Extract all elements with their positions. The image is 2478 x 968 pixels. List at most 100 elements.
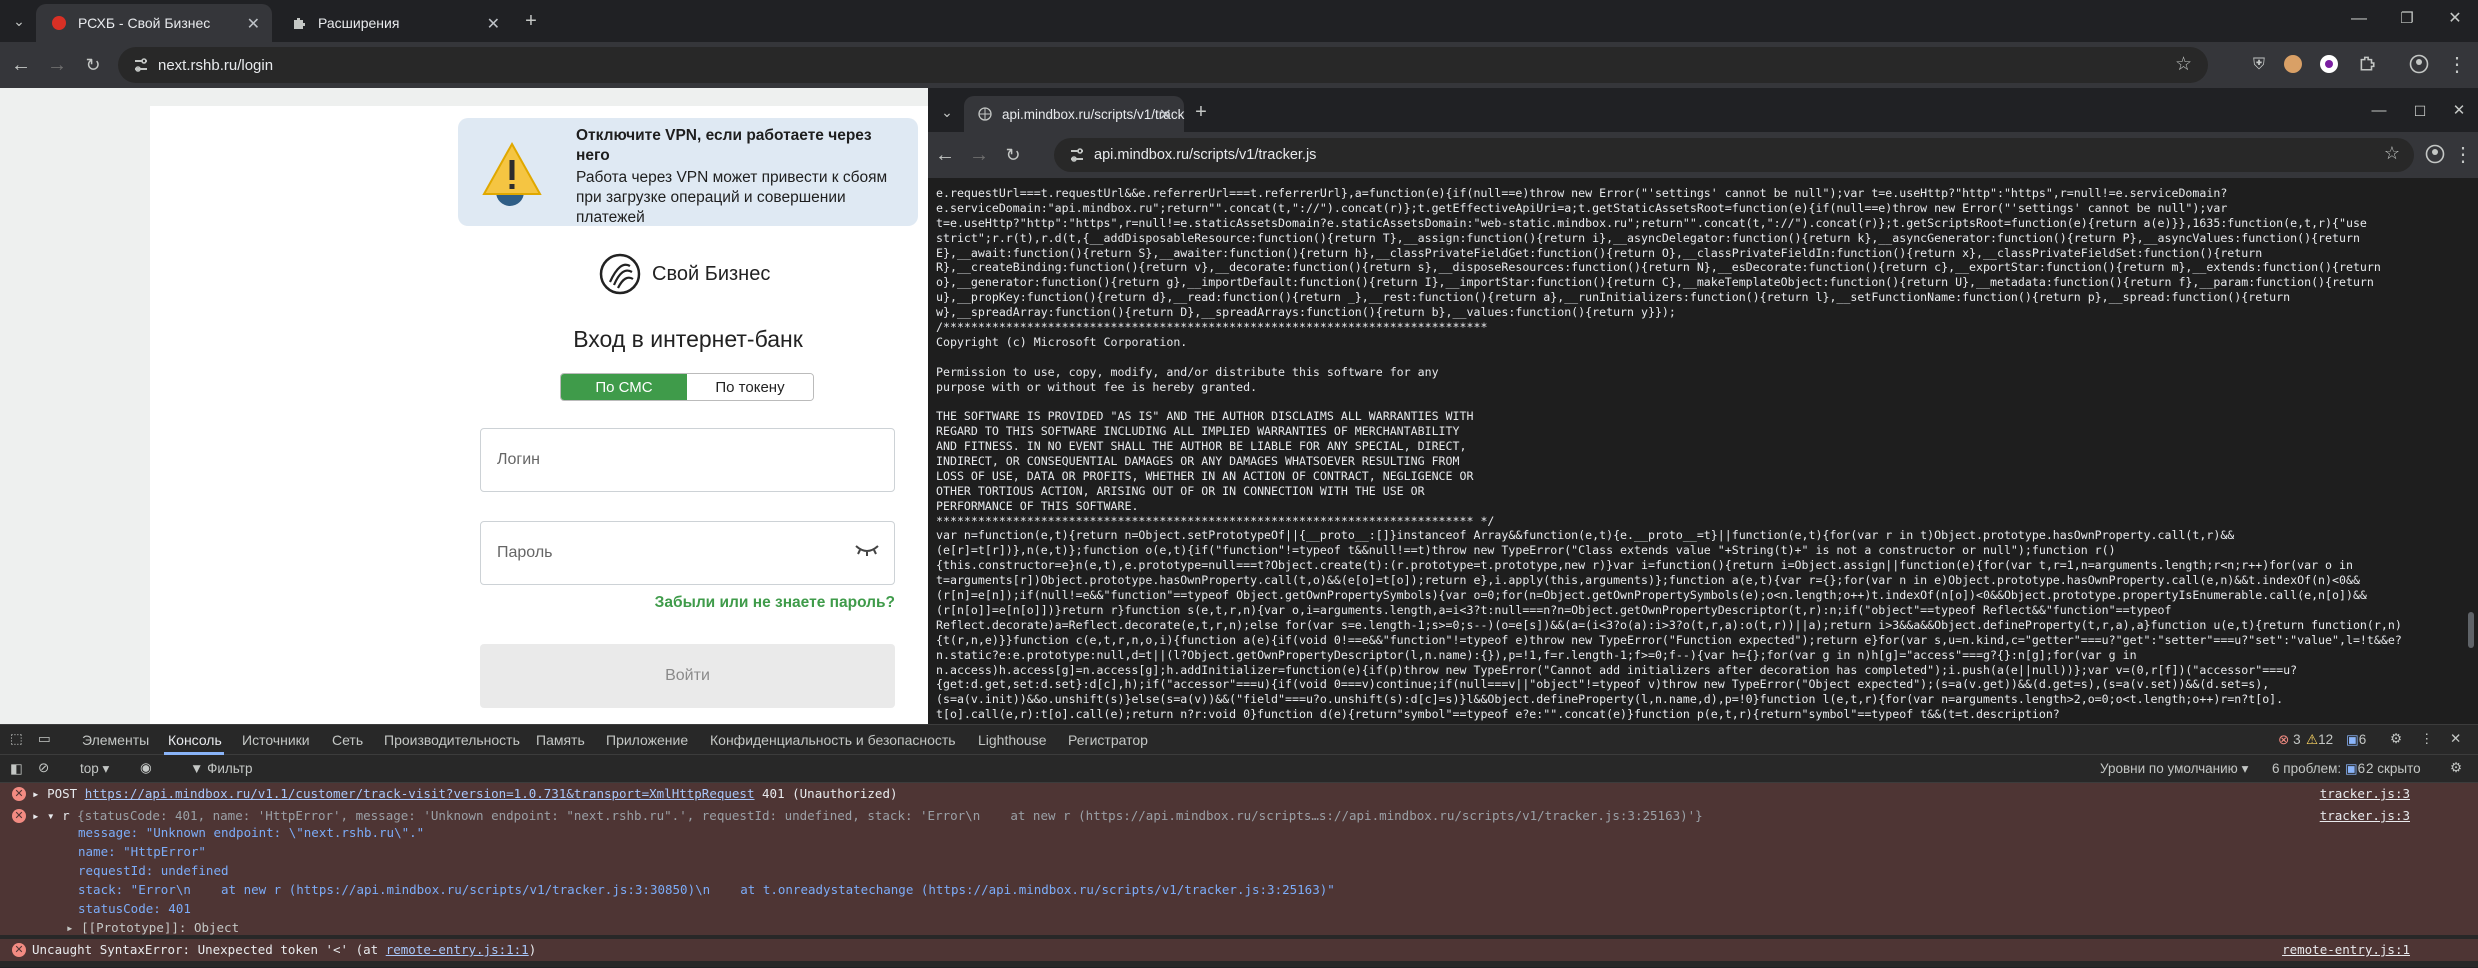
error-count-badge[interactable]: ⊗ 3 xyxy=(2278,732,2301,748)
tab-sources[interactable]: Источники xyxy=(242,732,310,748)
popup-close-icon[interactable]: ✕ xyxy=(2448,100,2470,122)
minimize-icon[interactable]: — xyxy=(2348,8,2370,30)
source-code-view: e.requestUrl===t.requestUrl&&e.referrerU… xyxy=(936,186,2466,724)
tab-close-icon[interactable]: ✕ xyxy=(487,14,500,34)
forward-icon[interactable]: → xyxy=(46,54,68,76)
tab-memory[interactable]: Память xyxy=(536,732,585,748)
device-toolbar-icon[interactable]: ▭ xyxy=(38,731,51,747)
browser-toolbar: ← → ↻ next.rshb.ru/login ☆ ⛨ ⋮ xyxy=(0,42,2478,88)
back-icon[interactable]: ← xyxy=(10,54,32,76)
levels-select[interactable]: Уровни по умолчанию ▾ xyxy=(2100,761,2248,777)
tab-application[interactable]: Приложение xyxy=(606,732,688,748)
tab-rshb-label: РСХБ - Свой Бизнес xyxy=(78,15,211,31)
popup-tab[interactable]: api.mindbox.ru/scripts/v1/track ✕ xyxy=(964,96,1184,132)
login-button[interactable]: Войти xyxy=(480,644,895,708)
error-icon: ✕ xyxy=(12,943,26,957)
context-select[interactable]: top ▾ xyxy=(80,761,109,777)
filter-input[interactable]: ▼ Фильтр xyxy=(190,761,252,776)
code-line: strict";r.r(t),r.d(t,{__addDisposableRes… xyxy=(936,230,2360,245)
extensions-icon[interactable] xyxy=(2356,54,2378,76)
site-info-icon[interactable] xyxy=(132,56,150,78)
warning-count-badge[interactable]: ⚠12 xyxy=(2306,732,2333,748)
tab-elements[interactable]: Элементы xyxy=(82,732,149,748)
eye-hidden-icon[interactable] xyxy=(854,542,880,563)
popup-window: ⌄ api.mindbox.ru/scripts/v1/track ✕ + — … xyxy=(928,92,2478,724)
source-link[interactable]: tracker.js:3 xyxy=(2320,808,2410,823)
settings-gear-icon[interactable]: ⚙ xyxy=(2390,731,2402,747)
hidden-count: 2 скрыто xyxy=(2366,761,2421,776)
tab-privacy[interactable]: Конфиденциальность и безопасность xyxy=(710,732,956,748)
popup-forward-icon[interactable]: → xyxy=(968,144,990,166)
code-line: Permission to use, copy, modify, and/or … xyxy=(936,364,1439,379)
eye-icon[interactable]: ◉ xyxy=(140,760,152,776)
tab-console[interactable]: Консоль xyxy=(168,732,222,748)
extension-circle-icon[interactable] xyxy=(2318,54,2340,76)
popup-address-bar[interactable]: api.mindbox.ru/scripts/v1/tracker.js ☆ xyxy=(1054,138,2414,172)
syntax-error-text: Uncaught SyntaxError: Unexpected token '… xyxy=(32,942,386,957)
tab-recorder[interactable]: Регистратор xyxy=(1068,732,1148,748)
popup-back-icon[interactable]: ← xyxy=(934,144,956,166)
code-line: REGARD TO THIS SOFTWARE INCLUDING ALL IM… xyxy=(936,424,1460,439)
prop-name: name: "HttpError" xyxy=(78,844,206,859)
code-line: o},__generator:function(){return g},__im… xyxy=(936,275,2374,290)
popup-maximize-icon[interactable]: ☐ xyxy=(2409,100,2431,122)
clear-console-icon[interactable]: ⊘ xyxy=(38,760,49,776)
popup-scrollbar[interactable] xyxy=(2468,612,2474,648)
devtools-close-icon[interactable]: ✕ xyxy=(2450,731,2461,747)
popup-tab-search-icon[interactable]: ⌄ xyxy=(936,101,958,123)
profile-icon[interactable] xyxy=(2408,54,2430,76)
forgot-password-link[interactable]: Забыли или не знаете пароль? xyxy=(480,594,895,612)
prop-prototype[interactable]: ▸ [[Prototype]]: Object xyxy=(66,920,239,935)
code-line: w},__spreadArray:function(){return D},__… xyxy=(936,305,1676,320)
request-url[interactable]: https://api.mindbox.ru/v1.1/customer/tra… xyxy=(85,786,755,801)
popup-tab-close-icon[interactable]: ✕ xyxy=(1159,105,1172,125)
tab-close-icon[interactable]: ✕ xyxy=(247,14,260,34)
info-count-badge[interactable]: ▣6 xyxy=(2346,732,2366,748)
tab-performance[interactable]: Производительность xyxy=(384,732,520,748)
tab-network[interactable]: Сеть xyxy=(332,732,363,748)
restore-icon[interactable]: ❐ xyxy=(2396,8,2418,30)
popup-new-tab-icon[interactable]: + xyxy=(1190,101,1212,123)
tab-search-icon[interactable]: ⌄ xyxy=(8,10,30,32)
extension-avatar-icon[interactable] xyxy=(2282,54,2304,76)
password-field[interactable]: Пароль xyxy=(480,521,895,585)
code-line: n.static?e:e.prototype:null,d=t||(l?Obje… xyxy=(936,647,2137,662)
window-close-icon[interactable]: ✕ xyxy=(2444,8,2466,30)
tab-lighthouse[interactable]: Lighthouse xyxy=(978,732,1047,748)
password-placeholder: Пароль xyxy=(497,544,553,561)
inspect-icon[interactable]: ⬚ xyxy=(10,731,23,747)
new-tab-icon[interactable]: + xyxy=(520,10,542,32)
popup-profile-icon[interactable] xyxy=(2424,144,2446,166)
address-bar[interactable]: next.rshb.ru/login ☆ xyxy=(118,47,2208,83)
popup-menu-icon[interactable]: ⋮ xyxy=(2452,144,2474,166)
popup-site-info-icon[interactable] xyxy=(1068,146,1086,168)
login-field[interactable]: Логин xyxy=(480,428,895,492)
popup-bookmark-icon[interactable]: ☆ xyxy=(2384,143,2400,164)
tab-sms[interactable]: По СМС xyxy=(561,374,687,400)
code-line: Copyright (c) Microsoft Corporation. xyxy=(936,334,1188,349)
syntax-error-link[interactable]: remote-entry.js:1:1 xyxy=(386,942,529,957)
popup-tab-strip: ⌄ api.mindbox.ru/scripts/v1/track ✕ + — … xyxy=(928,92,2478,132)
prop-stack: stack: "Error\n at new r (https://api.mi… xyxy=(78,882,1335,897)
issues-link[interactable]: 6 проблем: ▣6 xyxy=(2272,761,2365,777)
popup-reload-icon[interactable]: ↻ xyxy=(1002,144,1024,166)
source-link[interactable]: tracker.js:3 xyxy=(2320,786,2410,801)
bookmark-star-icon[interactable]: ☆ xyxy=(2175,53,2192,76)
tab-extensions[interactable]: Расширения ✕ xyxy=(276,4,512,42)
object-summary[interactable]: ▸ ▾ r {statusCode: 401, name: 'HttpError… xyxy=(32,808,1703,823)
code-line: THE SOFTWARE IS PROVIDED "AS IS" AND THE… xyxy=(936,409,1474,424)
tab-token[interactable]: По токену xyxy=(687,374,813,400)
source-link[interactable]: remote-entry.js:1 xyxy=(2282,942,2410,957)
extension-shield-icon[interactable]: ⛨ xyxy=(2248,54,2270,76)
menu-icon[interactable]: ⋮ xyxy=(2446,54,2468,76)
popup-minimize-icon[interactable]: — xyxy=(2368,100,2390,122)
console-settings-icon[interactable]: ⚙ xyxy=(2450,760,2462,776)
reload-icon[interactable]: ↻ xyxy=(82,54,104,76)
popup-url-text: api.mindbox.ru/scripts/v1/tracker.js xyxy=(1094,147,1317,163)
code-line: ****************************************… xyxy=(936,513,1495,528)
tab-rshb[interactable]: РСХБ - Свой Бизнес ✕ xyxy=(36,4,272,42)
context-value: top xyxy=(80,761,99,776)
more-options-icon[interactable]: ⋮ xyxy=(2420,731,2434,747)
sidebar-toggle-icon[interactable]: ◧ xyxy=(10,761,23,777)
